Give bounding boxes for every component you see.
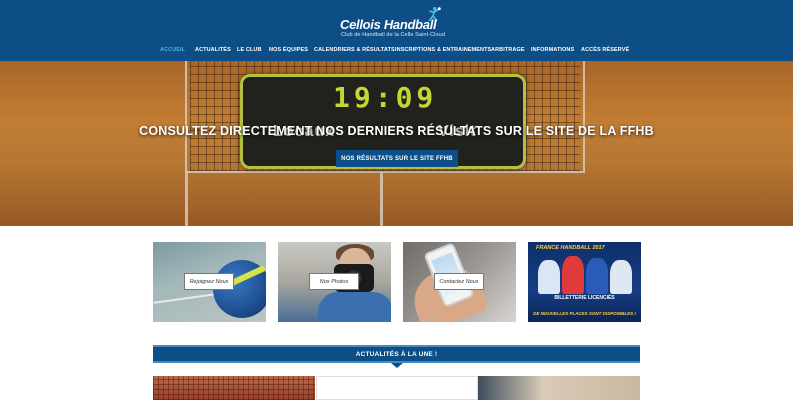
shirt: [318, 292, 391, 322]
hero-overlay: [0, 61, 793, 226]
news-card[interactable]: [316, 376, 478, 400]
main-nav: ACCUEIL ACTUALITÉS LE CLUB NOS ÉQUIPES C…: [0, 43, 793, 57]
news-card-image[interactable]: [153, 376, 315, 400]
places-text: DE NOUVELLES PLACES SONT DISPONIBLES !: [533, 311, 636, 316]
site-header: Cellois Handball Club de Handball de la …: [0, 0, 793, 61]
nos-photos-button[interactable]: Nos Photos: [309, 273, 359, 290]
logo-subtitle: Club de Handball de la Celle Saint-Cloud: [341, 32, 445, 38]
news-card-image[interactable]: [478, 376, 640, 400]
nav-item-accueil[interactable]: ACCUEIL: [160, 47, 185, 53]
player-figure: [538, 260, 560, 294]
nav-item-nos-equipes[interactable]: NOS ÉQUIPES: [269, 47, 308, 53]
rejoignez-nous-button[interactable]: Rejoignez Nous: [184, 273, 234, 290]
tile-rejoignez-nous[interactable]: Rejoignez Nous: [153, 242, 266, 322]
fh-year: 2017: [592, 245, 605, 251]
nav-item-acces-reserve[interactable]: ACCÈS RÉSERVÉ: [581, 47, 629, 53]
nav-item-arbitrage[interactable]: ARBITRAGE: [491, 47, 525, 53]
fh-brand: FRANCE HANDBALL: [536, 245, 591, 251]
nav-item-calendriers[interactable]: CALENDRIERS & RÉSULTATS: [314, 47, 395, 53]
news-section-bar: ACTUALITÉS À LA UNE !: [153, 345, 640, 363]
hero-heading: CONSULTEZ DIRECTEMENT NOS DERNIERS RÉSUL…: [139, 124, 654, 138]
ffhb-results-button[interactable]: NOS RÉSULTATS SUR LE SITE FFHB: [336, 150, 458, 167]
nav-item-inscriptions[interactable]: INSCRIPTIONS & ENTRAINEMENTS: [395, 47, 491, 53]
tile-france-handball[interactable]: FRANCE HANDBALL 2017 BILLETTERIE LICENCI…: [528, 242, 641, 322]
player-figure: [586, 258, 608, 294]
nav-item-actualites[interactable]: ACTUALITÉS: [195, 47, 231, 53]
billetterie-text: BILLETTERIE LICENCIÉS: [554, 295, 615, 301]
contactez-nous-button[interactable]: Contactez Nous: [434, 273, 484, 290]
news-section-title: ACTUALITÉS À LA UNE !: [355, 351, 438, 358]
site-logo[interactable]: Cellois Handball Club de Handball de la …: [336, 6, 466, 40]
nav-item-informations[interactable]: INFORMATIONS: [531, 47, 574, 53]
news-arrow-icon: [391, 363, 403, 368]
nav-item-le-club[interactable]: LE CLUB: [237, 47, 262, 53]
player-figure: [562, 256, 584, 294]
player-figure: [610, 260, 632, 294]
france-handball-logo: FRANCE HANDBALL 2017: [536, 245, 605, 251]
logo-title: Cellois Handball: [340, 17, 437, 32]
hero-banner: 19:09 Locaux Visit CONSULTEZ DIRECTEMENT…: [0, 61, 793, 226]
tile-nos-photos[interactable]: Nos Photos: [278, 242, 391, 322]
tile-contactez-nous[interactable]: Contactez Nous: [403, 242, 516, 322]
news-image-net: [153, 376, 315, 400]
